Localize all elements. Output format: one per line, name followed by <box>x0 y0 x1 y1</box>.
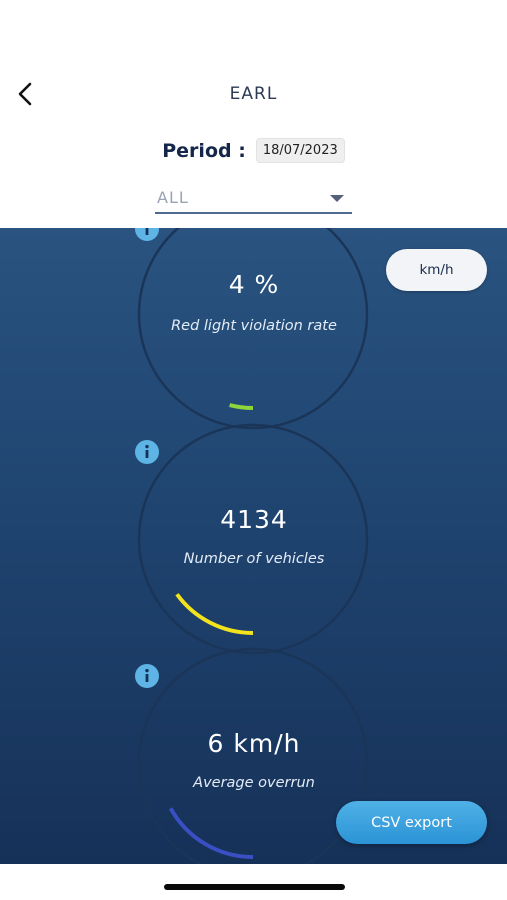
csv-export-button[interactable]: CSV export <box>336 801 487 844</box>
header: EARL Period : 18/07/2023 ALL <box>0 0 507 228</box>
period-row: Period : 18/07/2023 <box>0 138 507 163</box>
metric-ring-track <box>137 423 369 655</box>
info-icon[interactable] <box>134 663 160 689</box>
home-indicator[interactable] <box>164 884 345 890</box>
metric-value: 4134 <box>220 505 288 534</box>
period-date-picker[interactable]: 18/07/2023 <box>255 138 345 163</box>
metric-value: 4 % <box>228 270 280 299</box>
metrics-panel: 4 % Red light violation rate 4134 Number… <box>0 228 507 864</box>
metric-label: Average overrun <box>193 775 315 791</box>
filter-select-value: ALL <box>157 188 189 207</box>
metric-value: 6 km/h <box>207 729 301 758</box>
metric-progress-arc <box>229 403 254 410</box>
info-icon[interactable] <box>134 228 160 242</box>
unit-toggle-button[interactable]: km/h <box>386 249 487 291</box>
metric-label: Number of vehicles <box>183 551 325 567</box>
metric-label: Red light violation rate <box>171 318 337 334</box>
metric-progress-arc <box>168 807 254 859</box>
metric-progress-arc <box>175 593 254 635</box>
page-title: EARL <box>229 84 278 104</box>
period-label: Period : <box>162 139 246 162</box>
footer <box>0 864 507 900</box>
info-icon[interactable] <box>134 439 160 465</box>
dropdown-arrow-icon <box>330 195 344 202</box>
filter-select[interactable]: ALL <box>155 184 352 214</box>
